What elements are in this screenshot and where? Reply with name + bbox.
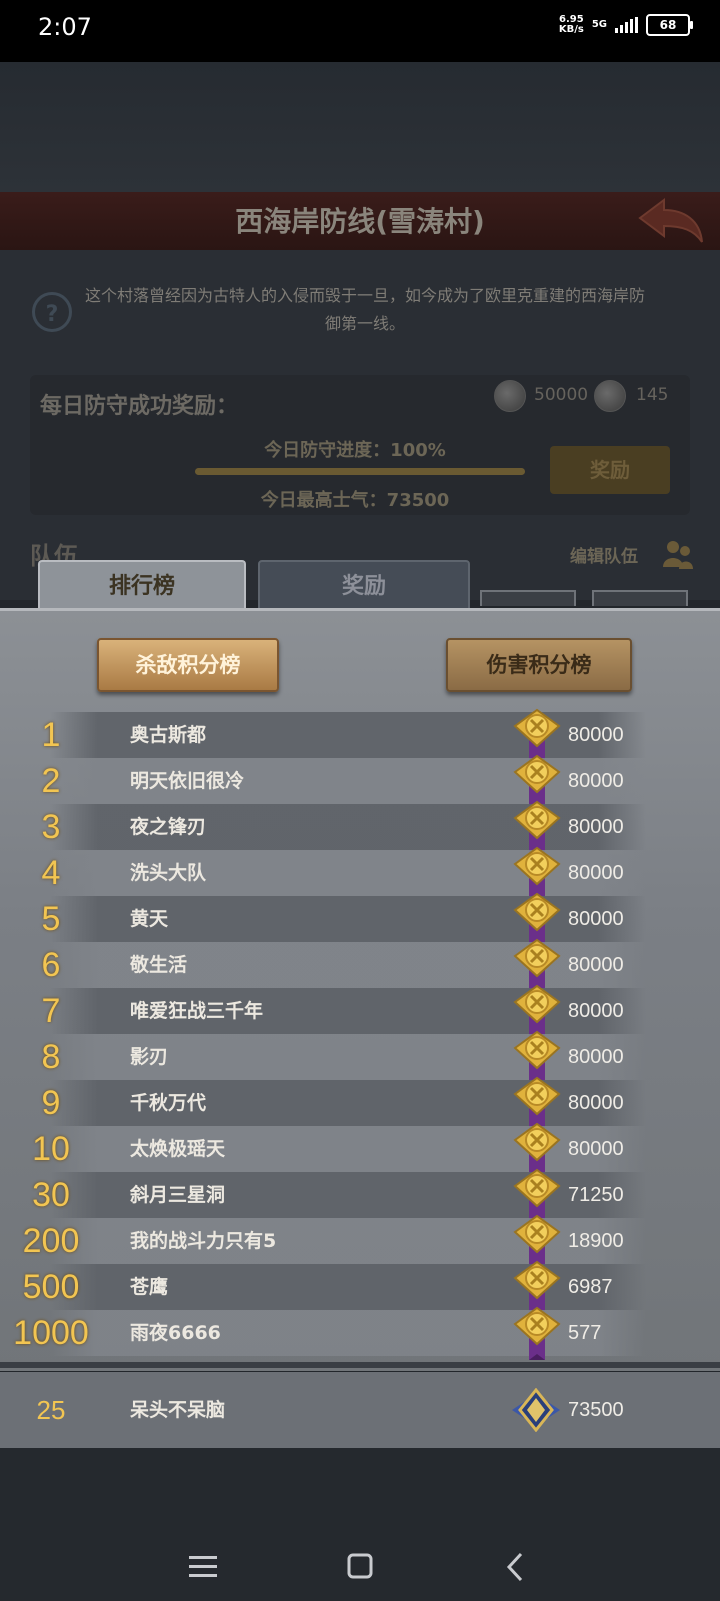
home-icon[interactable]: [340, 1550, 380, 1584]
rank-number: 30: [32, 1176, 70, 1214]
player-name[interactable]: 斜月三星洞: [130, 1172, 225, 1218]
player-name[interactable]: 夜之锋刃: [130, 804, 206, 850]
back-arrow-icon[interactable]: [634, 196, 706, 248]
player-score: 6987: [568, 1276, 613, 1298]
player-name[interactable]: 影刃: [130, 1034, 168, 1080]
progress-fill: [195, 468, 525, 475]
rank-number: 6: [41, 946, 61, 984]
claim-reward-button[interactable]: 奖励: [550, 446, 670, 494]
divider: [0, 1362, 720, 1368]
rank-number: 10: [32, 1130, 70, 1168]
team-portrait: [480, 590, 576, 606]
player-score: 80000: [568, 770, 624, 792]
player-name[interactable]: 千秋万代: [130, 1080, 206, 1126]
player-score: 577: [568, 1322, 602, 1344]
rank-number: 3: [41, 808, 61, 846]
rank-number: 9: [41, 1084, 61, 1122]
player-badge-icon: [512, 1388, 560, 1432]
morale-label: 今日最高士气：73500: [260, 490, 450, 511]
coin-icon: [494, 380, 526, 412]
rank-number: 1: [41, 716, 61, 754]
signal-icon: [615, 17, 638, 33]
player-score: 80000: [568, 862, 624, 884]
page-title: 西海岸防线(雪涛村): [235, 205, 485, 238]
kill-score-board-button[interactable]: 杀敌积分榜: [97, 638, 279, 692]
scene-background: [0, 62, 720, 192]
player-score: 80000: [568, 816, 624, 838]
player-name[interactable]: 黄天: [130, 896, 168, 942]
daily-reward-label: 每日防守成功奖励：: [40, 394, 239, 419]
network-speed: 6.95 KB/s: [558, 14, 584, 35]
rank-number: 2: [41, 762, 61, 800]
rank-number: 4: [41, 854, 61, 892]
rank-number: 500: [22, 1268, 80, 1306]
player-name[interactable]: 雨夜6666: [130, 1310, 221, 1356]
location-description: 这个村落曾经因为古特人的入侵而毁于一旦，如今成为了欧里克重建的西海岸防御第一线。: [84, 286, 645, 333]
player-name[interactable]: 明天依旧很冷: [130, 758, 244, 804]
gem-icon: [594, 380, 626, 412]
gold-medal-icon: [513, 1306, 561, 1360]
status-bar: 2:07 6.95 KB/s 5G 68: [0, 0, 720, 62]
player-score: 80000: [568, 908, 624, 930]
network-type: 5G: [591, 19, 607, 30]
player-name[interactable]: 我的战斗力只有5: [130, 1218, 276, 1264]
status-time: 2:07: [38, 13, 92, 41]
progress-label: 今日防守进度：100%: [264, 440, 446, 461]
rank-number: 7: [41, 992, 61, 1030]
ranking-list: 1 奥古斯都 80000 2 明天依旧很冷 80000 3 夜之锋刃 80000 4 洗头大队 800…: [0, 708, 720, 1360]
tab-rewards[interactable]: 奖励: [258, 560, 470, 614]
player-score: 71250: [568, 1184, 624, 1206]
menu-icon[interactable]: [183, 1550, 223, 1584]
player-score: 18900: [568, 1230, 624, 1252]
player-name[interactable]: 苍鹰: [130, 1264, 168, 1310]
player-score: 80000: [568, 1046, 624, 1068]
player-score: 80000: [568, 724, 624, 746]
self-rank: 25: [36, 1395, 66, 1425]
status-indicators: 6.95 KB/s 5G 68: [558, 14, 693, 36]
self-name: 呆头不呆脑: [130, 1399, 226, 1421]
rank-number: 8: [41, 1038, 61, 1076]
team-portrait: [592, 590, 688, 606]
player-score: 80000: [568, 1000, 624, 1022]
battery-icon: 68: [646, 14, 693, 36]
gem-amount: 145: [636, 385, 669, 405]
rank-number: 1000: [13, 1314, 89, 1352]
player-score: 80000: [568, 954, 624, 976]
defense-progress-bar: [195, 468, 525, 475]
player-name[interactable]: 洗头大队: [130, 850, 206, 896]
player-name[interactable]: 奥古斯都: [130, 712, 206, 758]
player-name[interactable]: 敬生活: [130, 942, 187, 988]
damage-score-board-button[interactable]: 伤害积分榜: [446, 638, 632, 692]
back-icon[interactable]: [497, 1550, 537, 1584]
rank-number: 5: [41, 900, 61, 938]
player-score: 80000: [568, 1138, 624, 1160]
help-icon[interactable]: ?: [32, 292, 72, 332]
team-icon[interactable]: [661, 537, 695, 571]
ranking-row: 1000 雨夜6666 577: [13, 1306, 646, 1360]
player-score: 80000: [568, 1092, 624, 1114]
coin-amount: 50000: [534, 385, 589, 405]
player-name[interactable]: 太焕极瑶天: [130, 1126, 225, 1172]
self-score: 73500: [568, 1399, 624, 1421]
player-name[interactable]: 唯爱狂战三千年: [130, 988, 263, 1034]
edit-team-button[interactable]: 编辑队伍: [570, 542, 638, 567]
rank-number: 200: [22, 1222, 80, 1260]
